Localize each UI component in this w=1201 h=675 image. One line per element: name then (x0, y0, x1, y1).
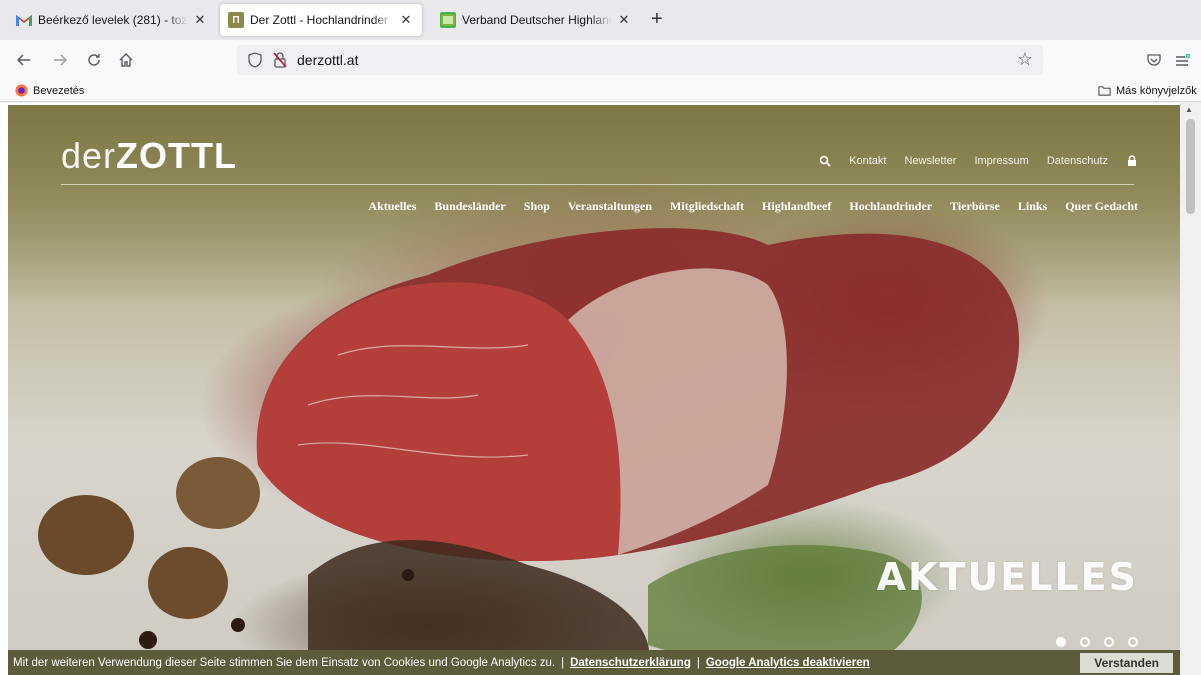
accept-cookies-button[interactable]: Verstanden (1080, 653, 1173, 673)
nav-bundeslaender[interactable]: Bundesländer (434, 199, 505, 214)
insecure-lock-icon[interactable] (272, 51, 288, 69)
app-menu-icon[interactable] (1170, 48, 1194, 72)
firefox-icon (15, 84, 28, 97)
vdhc-icon (440, 12, 456, 28)
bookmarks-toolbar: Bevezetés Más könyvjelzők (0, 80, 1201, 102)
tab-derzottl[interactable]: Π Der Zottl - Hochlandrinder ✕ (220, 4, 422, 36)
top-link-kontakt[interactable]: Kontakt (849, 155, 886, 167)
nav-veranstaltungen[interactable]: Veranstaltungen (568, 199, 652, 214)
pocket-icon[interactable] (1142, 48, 1166, 72)
other-bookmarks[interactable]: Más könyvjelzők (1098, 84, 1197, 97)
scroll-up-arrow-icon[interactable]: ▲ (1185, 105, 1193, 114)
bookmark-bevezetes[interactable]: Bevezetés (15, 84, 84, 97)
gmail-icon (16, 12, 32, 28)
slide-title[interactable]: AKTUELLES (877, 555, 1138, 599)
close-tab-icon[interactable]: ✕ (192, 12, 208, 28)
cookie-banner: Mit der weiteren Verwendung dieser Seite… (8, 650, 1180, 675)
hero-slider[interactable]: derZOTTL Kontakt Newsletter Impressum Da… (8, 105, 1180, 675)
bookmark-label: Bevezetés (33, 84, 85, 97)
tab-strip: Beérkező levelek (281) - tozjanos ✕ Π De… (0, 0, 1201, 40)
close-tab-icon[interactable]: ✕ (398, 12, 414, 28)
url-text[interactable]: derzottl.at (297, 52, 358, 68)
new-tab-button[interactable]: + (651, 9, 663, 29)
tab-title: Verband Deutscher Highland-C (462, 13, 612, 27)
search-icon[interactable] (819, 155, 831, 167)
slider-dot[interactable] (1104, 637, 1114, 647)
scrollbar-thumb[interactable] (1186, 119, 1195, 214)
separator: | (561, 656, 565, 669)
address-bar[interactable]: derzottl.at ☆ (237, 45, 1043, 75)
slider-dot[interactable] (1056, 637, 1066, 647)
slider-dots (1056, 637, 1138, 647)
tracking-shield-icon[interactable] (248, 52, 262, 68)
tab-title: Beérkező levelek (281) - tozjanos (38, 13, 188, 27)
home-icon[interactable] (114, 48, 138, 72)
lock-icon[interactable] (1126, 155, 1138, 167)
top-link-impressum[interactable]: Impressum (974, 155, 1028, 167)
privacy-policy-link[interactable]: Datenschutzerklärung (570, 657, 691, 669)
top-link-datenschutz[interactable]: Datenschutz (1047, 155, 1108, 167)
slider-dot[interactable] (1080, 637, 1090, 647)
web-page: derZOTTL Kontakt Newsletter Impressum Da… (0, 103, 1201, 675)
nav-links[interactable]: Links (1018, 199, 1047, 214)
bookmark-star-icon[interactable]: ☆ (1017, 49, 1033, 70)
bookmark-label: Más könyvjelzők (1116, 84, 1197, 97)
separator: | (696, 656, 700, 669)
back-icon[interactable] (12, 48, 36, 72)
header-divider (61, 184, 1134, 185)
close-tab-icon[interactable]: ✕ (616, 12, 632, 28)
main-navigation: Aktuelles Bundesländer Shop Veranstaltun… (368, 199, 1138, 214)
logo-prefix: der (61, 135, 117, 176)
site-logo[interactable]: derZOTTL (61, 135, 237, 177)
nav-quer-gedacht[interactable]: Quer Gedacht (1065, 199, 1138, 214)
top-link-newsletter[interactable]: Newsletter (904, 155, 956, 167)
folder-icon (1098, 86, 1111, 96)
tab-gmail[interactable]: Beérkező levelek (281) - tozjanos ✕ (8, 4, 216, 36)
nav-highlandbeef[interactable]: Highlandbeef (762, 199, 831, 214)
analytics-optout-link[interactable]: Google Analytics deaktivieren (706, 657, 870, 669)
nav-aktuelles[interactable]: Aktuelles (368, 199, 416, 214)
cookie-text: Mit der weiteren Verwendung dieser Seite… (13, 656, 556, 669)
slider-dot[interactable] (1128, 637, 1138, 647)
page-scrollbar[interactable]: ▲ (1180, 103, 1201, 675)
forward-icon[interactable] (48, 48, 72, 72)
derzottl-icon: Π (228, 12, 244, 28)
tab-vdhc[interactable]: Verband Deutscher Highland-C ✕ (432, 4, 640, 36)
tab-title: Der Zottl - Hochlandrinder (250, 13, 389, 27)
nav-shop[interactable]: Shop (524, 199, 550, 214)
nav-tierboerse[interactable]: Tierbörse (950, 199, 1000, 214)
reload-icon[interactable] (82, 48, 106, 72)
logo-wordmark: ZOTTL (116, 135, 237, 176)
top-links: Kontakt Newsletter Impressum Datenschutz (819, 155, 1138, 167)
nav-mitgliedschaft[interactable]: Mitgliedschaft (670, 199, 744, 214)
nav-hochlandrinder[interactable]: Hochlandrinder (849, 199, 932, 214)
